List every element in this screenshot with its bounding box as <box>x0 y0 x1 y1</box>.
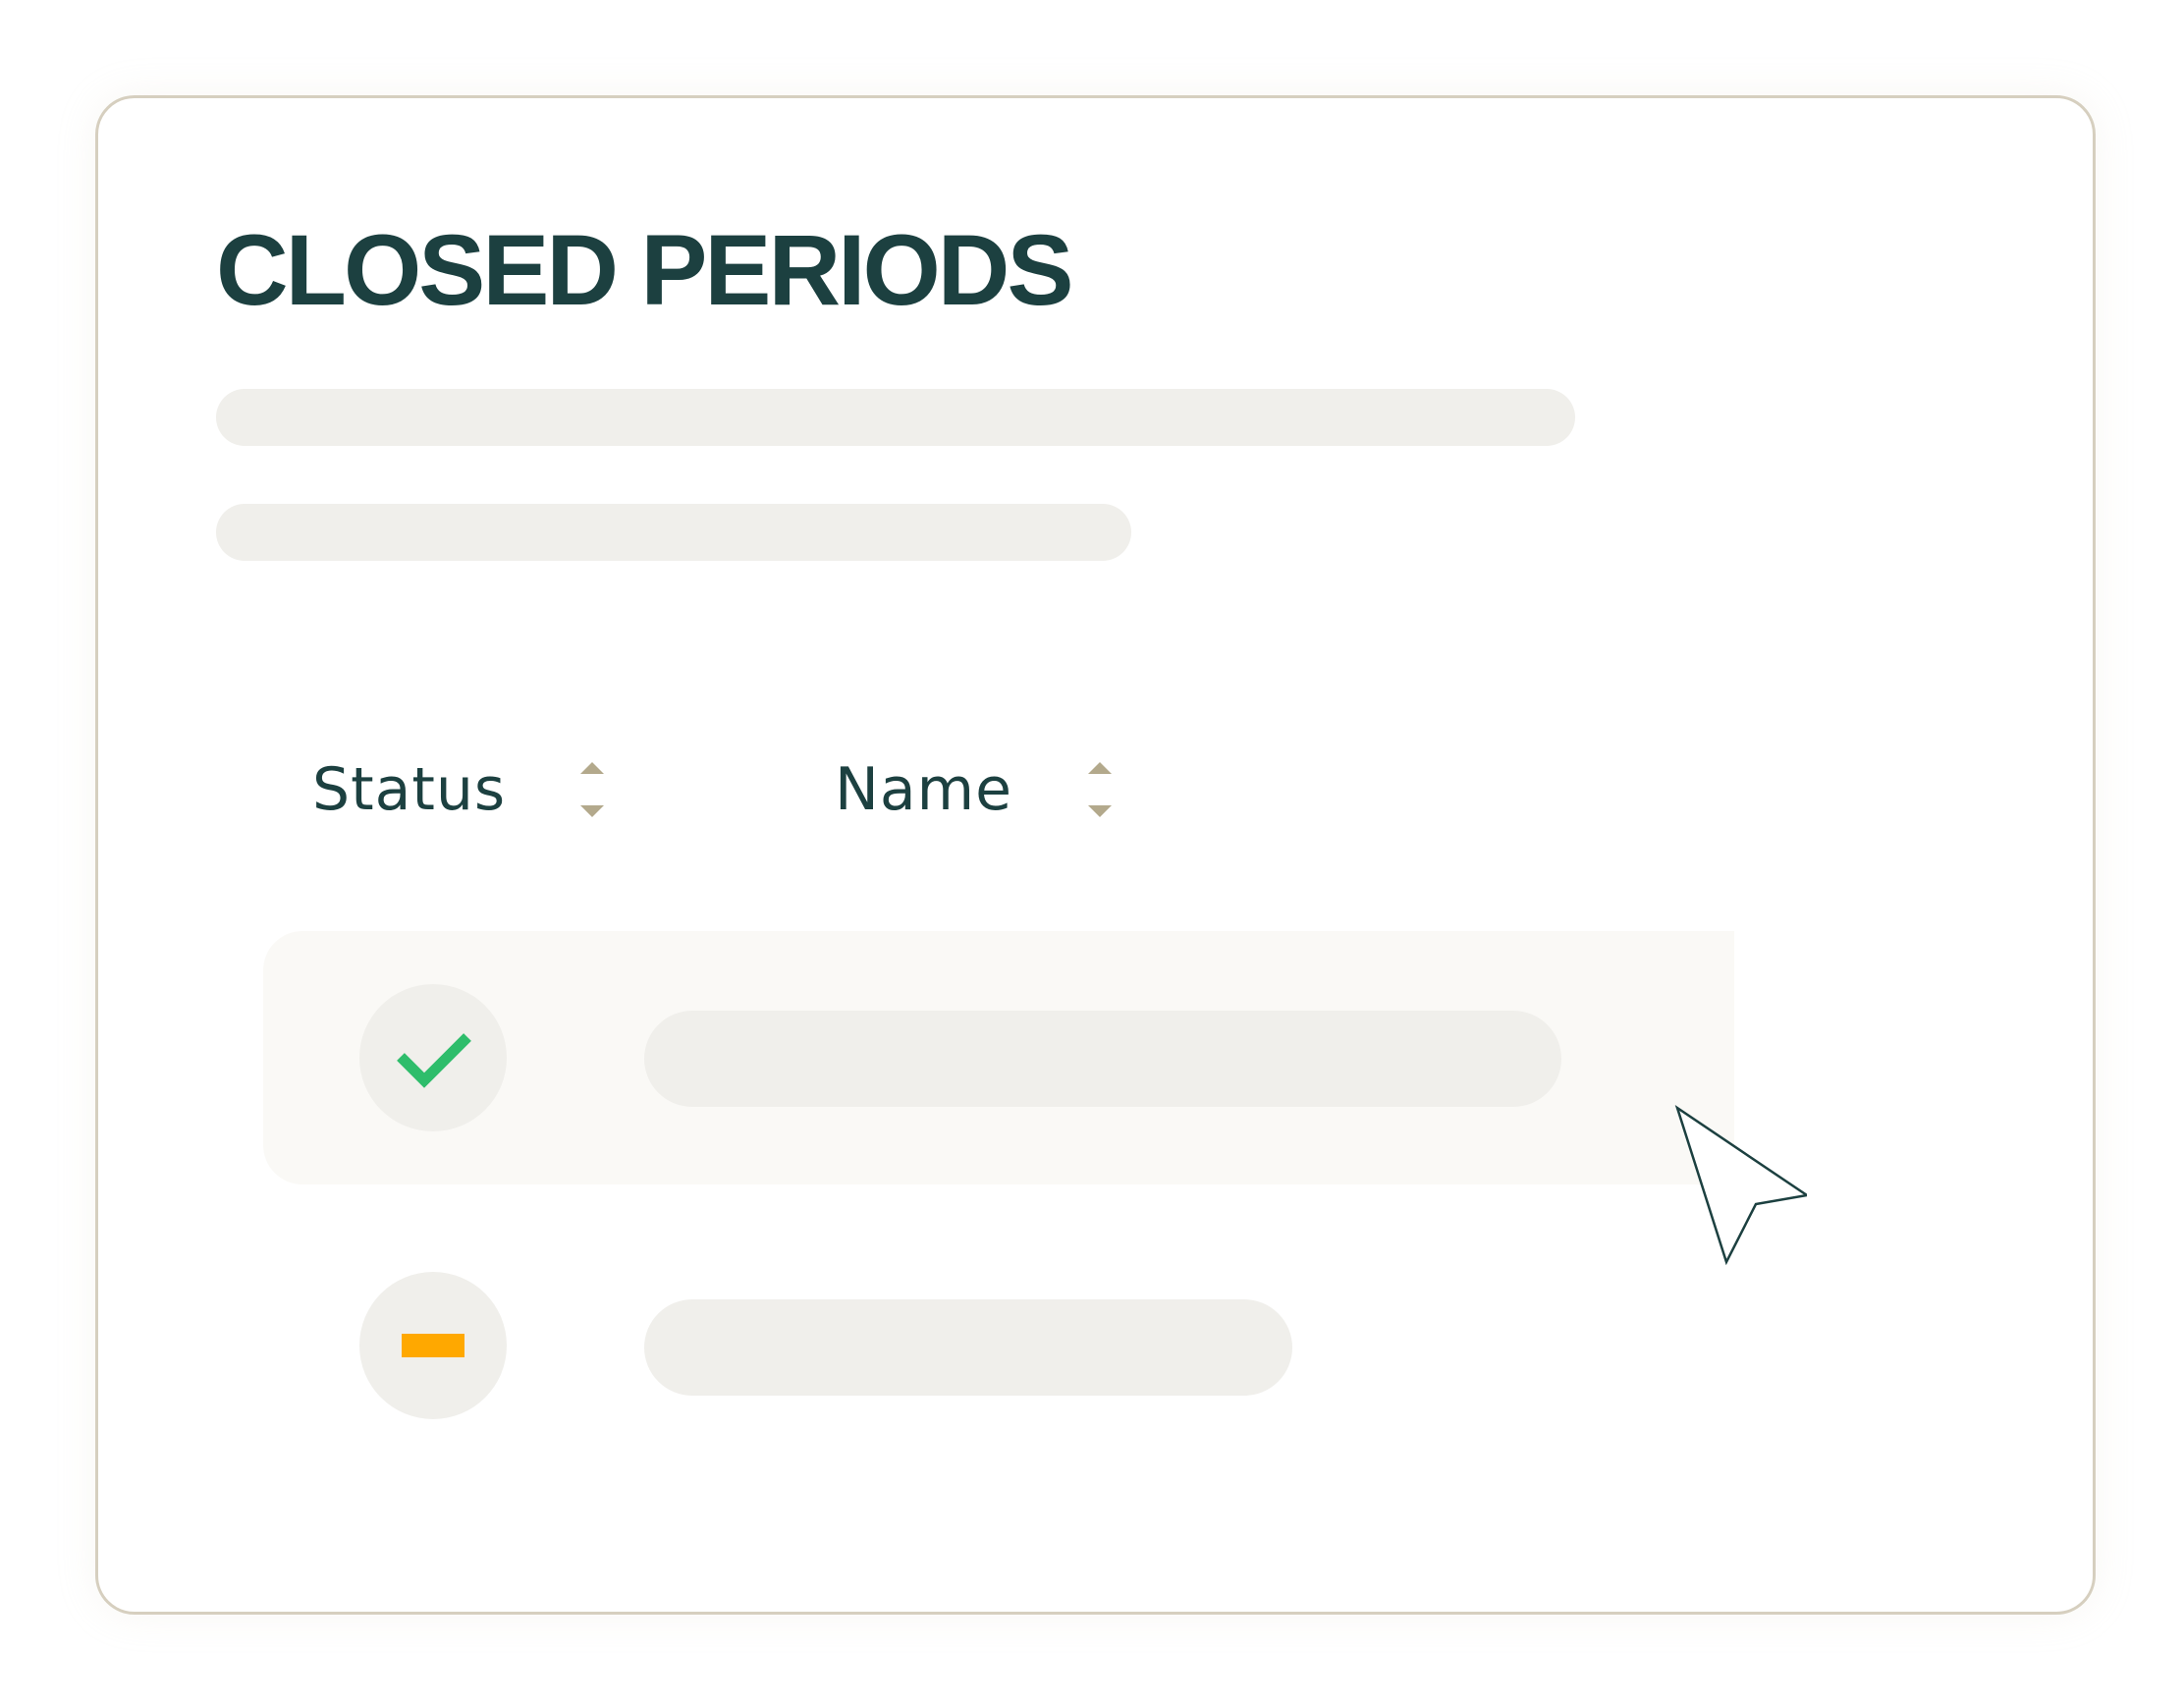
column-header-label: Name <box>835 755 1013 824</box>
cursor-arrow-icon <box>1674 1104 1807 1266</box>
description-placeholder-line <box>216 504 1131 561</box>
sort-arrows-icon[interactable] <box>577 762 607 817</box>
description-placeholder-line <box>216 389 1575 446</box>
status-indicator <box>359 1272 507 1419</box>
column-header-label: Status <box>312 755 507 824</box>
minus-icon <box>402 1334 464 1357</box>
column-header-name[interactable]: Name <box>835 748 1112 831</box>
check-icon <box>397 1033 471 1088</box>
page-title: CLOSED PERIODS <box>216 214 1073 326</box>
sort-arrows-icon[interactable] <box>1085 762 1115 817</box>
column-header-status[interactable]: Status <box>312 748 604 831</box>
status-indicator <box>359 984 507 1131</box>
name-placeholder <box>644 1299 1292 1396</box>
name-placeholder <box>644 1011 1561 1107</box>
